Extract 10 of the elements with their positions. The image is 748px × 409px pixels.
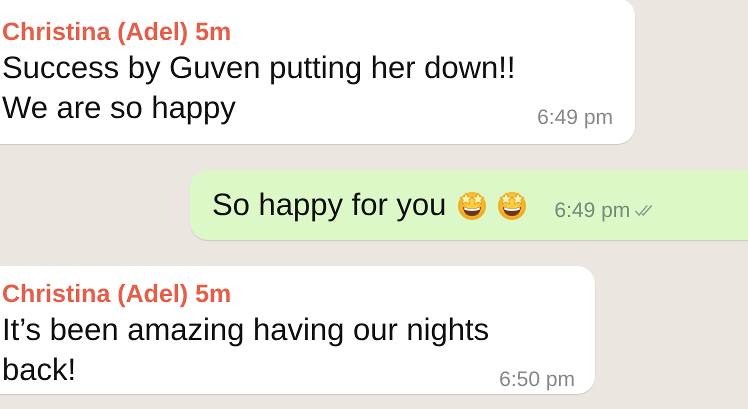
message-text: Success by Guven putting her down!! We are so happy [2,49,516,127]
sender-name: Christina (Adel) 5m [2,279,232,310]
star-eyes-face-icon [496,189,528,221]
message-text: So happy for you [212,186,446,224]
message-time: 6:50 pm [499,368,576,392]
message-time: 6:49 pm [554,199,630,223]
star-eyes-face-icon [456,189,488,221]
message-text: It’s been amazing having our nights back! [2,311,490,389]
message-time: 6:49 pm [537,106,613,130]
sender-name: Christina (Adel) 5m [2,17,232,48]
